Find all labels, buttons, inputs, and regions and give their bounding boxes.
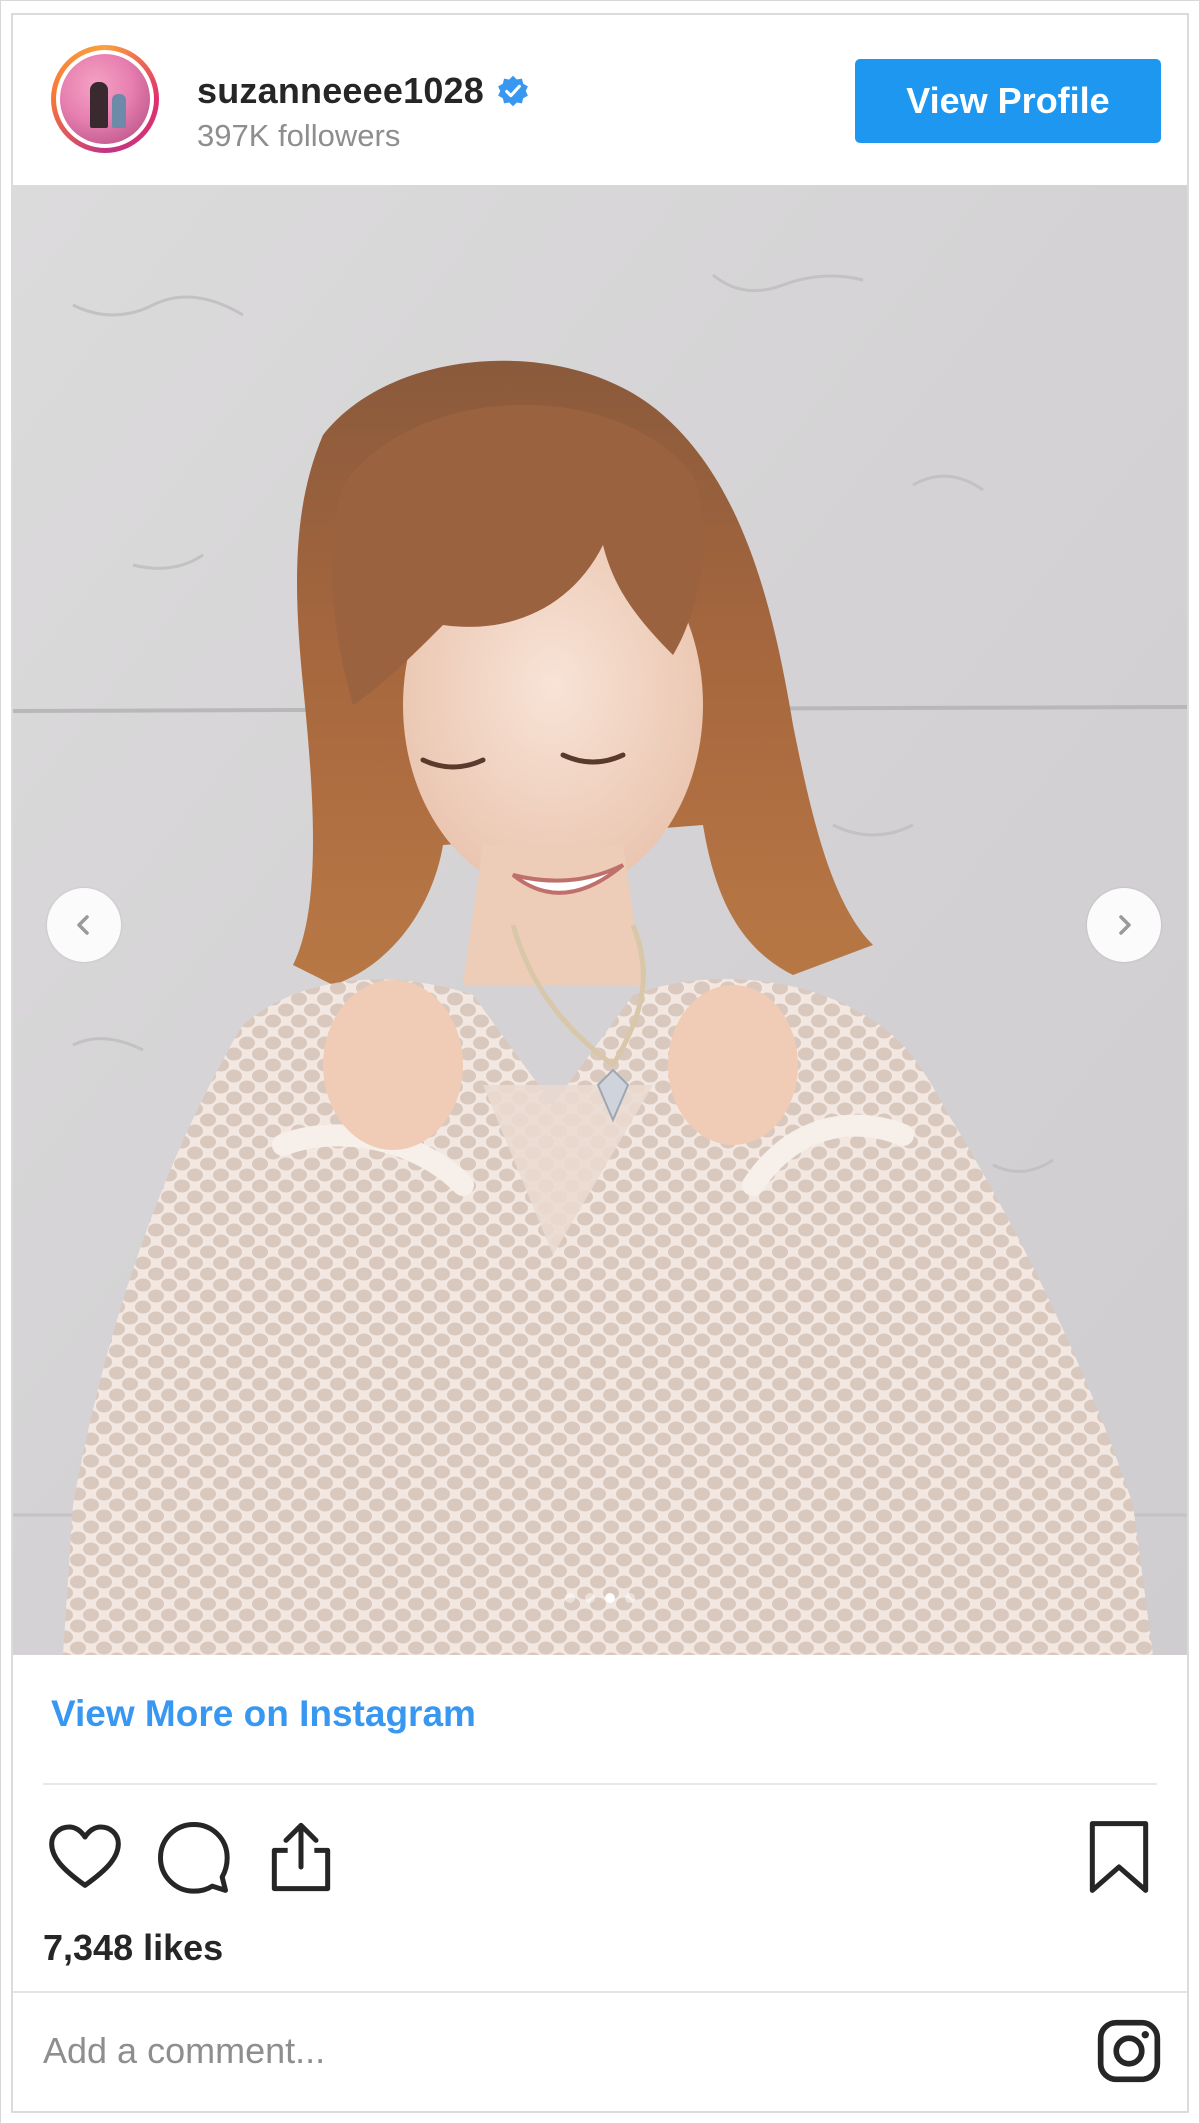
like-button[interactable] — [43, 1815, 127, 1899]
next-slide-button[interactable] — [1087, 888, 1161, 962]
carousel-dot — [585, 1593, 595, 1603]
comment-input[interactable] — [43, 2015, 1023, 2087]
carousel-indicators — [13, 1593, 1187, 1603]
post-photo[interactable] — [13, 185, 1187, 1655]
comment-icon — [158, 1822, 230, 1894]
username[interactable]: suzanneeee1028 — [197, 70, 484, 112]
share-icon — [271, 1822, 331, 1892]
bookmark-icon — [1089, 1821, 1149, 1893]
avatar-figure — [90, 82, 108, 128]
embed-frame: suzanneeee1028 397K followers View Profi… — [0, 0, 1200, 2124]
share-button[interactable] — [259, 1815, 343, 1899]
carousel-dot-active — [605, 1593, 615, 1603]
post-image — [13, 185, 1187, 1655]
username-row: suzanneeee1028 — [197, 67, 530, 115]
verified-badge-icon — [498, 75, 528, 107]
view-more-link[interactable]: View More on Instagram — [51, 1693, 476, 1735]
view-profile-button[interactable]: View Profile — [855, 59, 1161, 143]
comment-button[interactable] — [151, 1815, 235, 1899]
divider — [13, 1991, 1187, 1993]
post-header: suzanneeee1028 397K followers View Profi… — [13, 15, 1187, 185]
instagram-embed-card: suzanneeee1028 397K followers View Profi… — [11, 13, 1189, 2113]
instagram-logo-icon — [1097, 2019, 1161, 2083]
divider — [43, 1783, 1157, 1785]
instagram-logo-button[interactable] — [1093, 2015, 1165, 2087]
carousel-dot — [565, 1593, 575, 1603]
avatar-image — [60, 54, 150, 144]
follower-count: 397K followers — [197, 118, 401, 153]
avatar[interactable] — [51, 45, 159, 153]
like-count: 7,348 likes — [43, 1927, 224, 1968]
chevron-left-icon — [77, 915, 89, 935]
chevron-right-icon — [1119, 915, 1131, 935]
action-bar — [43, 1815, 1173, 1905]
heart-icon — [49, 1824, 121, 1888]
carousel-dot — [625, 1593, 635, 1603]
avatar-figure-secondary — [112, 94, 126, 128]
avatar-ring-inner — [56, 50, 154, 148]
save-button[interactable] — [1077, 1815, 1161, 1899]
previous-slide-button[interactable] — [47, 888, 121, 962]
